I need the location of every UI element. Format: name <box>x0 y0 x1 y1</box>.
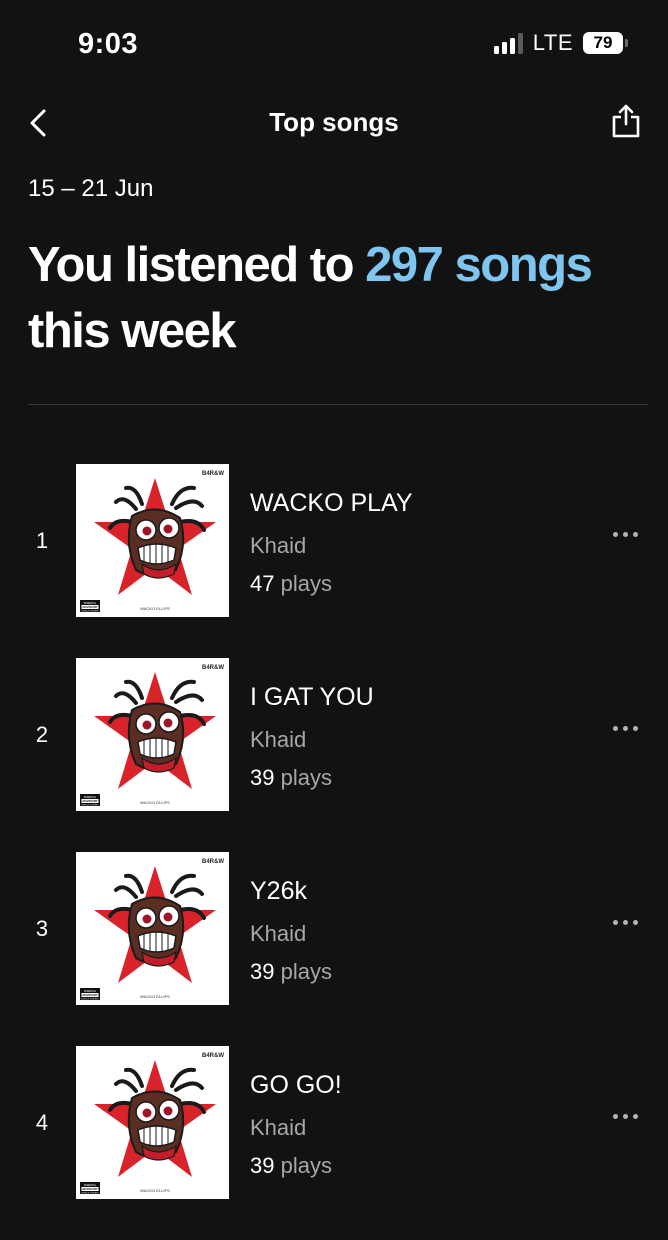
svg-text:WACKO ELLIPS: WACKO ELLIPS <box>140 1188 170 1193</box>
svg-text:ADVISORY: ADVISORY <box>82 993 98 997</box>
divider <box>28 404 648 405</box>
song-title: WACKO PLAY <box>250 489 413 517</box>
svg-text:WACKO ELLIPS: WACKO ELLIPS <box>140 994 170 999</box>
status-time: 9:03 <box>78 28 139 60</box>
plays-count: 39 <box>250 1153 275 1178</box>
svg-text:EXPLICIT CONTENT: EXPLICIT CONTENT <box>81 998 99 1000</box>
more-options-button[interactable] <box>613 718 638 739</box>
song-artist[interactable]: Khaid <box>250 727 306 753</box>
song-rank: 4 <box>35 1110 49 1135</box>
headline-suffix: this week <box>28 304 237 358</box>
plays-count: 39 <box>250 765 275 790</box>
svg-text:EXPLICIT CONTENT: EXPLICIT CONTENT <box>81 804 99 806</box>
song-title: I GAT YOU <box>250 683 374 711</box>
plays-label: plays <box>274 959 332 984</box>
song-title: GO GO! <box>250 1071 342 1099</box>
song-row[interactable]: 1 B4R&W PARENTAL ADVISORY EXPLICIT CONTE… <box>0 464 668 658</box>
headline-count: 297 songs <box>365 238 593 292</box>
svg-text:B4R&W: B4R&W <box>202 665 224 671</box>
svg-text:EXPLICIT CONTENT: EXPLICIT CONTENT <box>81 610 99 612</box>
headline-prefix: You listened to <box>28 238 366 292</box>
plays-count: 39 <box>250 959 275 984</box>
song-row[interactable]: 3 B4R&W PARENTAL ADVISORY EXPLICIT CONTE… <box>0 852 668 1046</box>
song-plays: 39 plays <box>250 959 332 985</box>
album-cover: B4R&W PARENTAL ADVISORY EXPLICIT CONTENT… <box>76 1046 229 1199</box>
song-rank: 2 <box>35 722 49 747</box>
plays-label: plays <box>274 765 332 790</box>
song-rank: 3 <box>35 916 49 941</box>
song-artist[interactable]: Khaid <box>250 533 306 559</box>
plays-label: plays <box>274 1153 332 1178</box>
battery-icon: 79 <box>583 32 628 54</box>
album-cover: B4R&W PARENTAL ADVISORY EXPLICIT CONTENT… <box>76 852 229 1005</box>
status-indicators: LTE 79 <box>493 30 628 56</box>
song-list: 1 B4R&W PARENTAL ADVISORY EXPLICIT CONTE… <box>0 464 668 1240</box>
page-title: Top songs <box>269 107 399 137</box>
svg-text:WACKO ELLIPS: WACKO ELLIPS <box>140 606 170 611</box>
network-type: LTE <box>532 30 573 55</box>
svg-text:B4R&W: B4R&W <box>202 859 224 865</box>
plays-count: 47 <box>250 571 275 596</box>
song-rank: 1 <box>35 528 49 553</box>
song-artist[interactable]: Khaid <box>250 1115 306 1141</box>
song-plays: 39 plays <box>250 1153 332 1179</box>
song-row[interactable]: 4 B4R&W PARENTAL ADVISORY EXPLICIT CONTE… <box>0 1046 668 1240</box>
plays-label: plays <box>274 571 332 596</box>
song-plays: 47 plays <box>250 571 332 597</box>
svg-text:B4R&W: B4R&W <box>202 471 224 477</box>
album-cover: B4R&W PARENTAL ADVISORY EXPLICIT CONTENT… <box>76 658 229 811</box>
svg-text:WACKO ELLIPS: WACKO ELLIPS <box>140 800 170 805</box>
battery-level: 79 <box>583 32 623 54</box>
svg-text:EXPLICIT CONTENT: EXPLICIT CONTENT <box>81 1192 99 1194</box>
album-cover: B4R&W PARENTAL ADVISORY EXPLICIT CONTENT… <box>76 464 229 617</box>
nav-bar: Top songs <box>0 95 668 151</box>
date-range: 15 – 21 Jun <box>28 175 154 202</box>
song-title: Y26k <box>250 877 307 905</box>
song-artist[interactable]: Khaid <box>250 921 306 947</box>
svg-text:ADVISORY: ADVISORY <box>82 799 98 803</box>
status-bar: 9:03 LTE 79 <box>0 0 668 90</box>
more-options-button[interactable] <box>613 524 638 545</box>
signal-icon <box>493 32 523 54</box>
svg-text:B4R&W: B4R&W <box>202 1053 224 1059</box>
svg-text:ADVISORY: ADVISORY <box>82 605 98 609</box>
song-row[interactable]: 2 B4R&W PARENTAL ADVISORY EXPLICIT CONTE… <box>0 658 668 852</box>
more-options-button[interactable] <box>613 1106 638 1127</box>
share-button[interactable] <box>608 99 644 143</box>
svg-text:ADVISORY: ADVISORY <box>82 1187 98 1191</box>
share-icon <box>612 104 640 138</box>
headline: You listened to 297 songs this week <box>28 232 658 364</box>
more-options-button[interactable] <box>613 912 638 933</box>
song-plays: 39 plays <box>250 765 332 791</box>
